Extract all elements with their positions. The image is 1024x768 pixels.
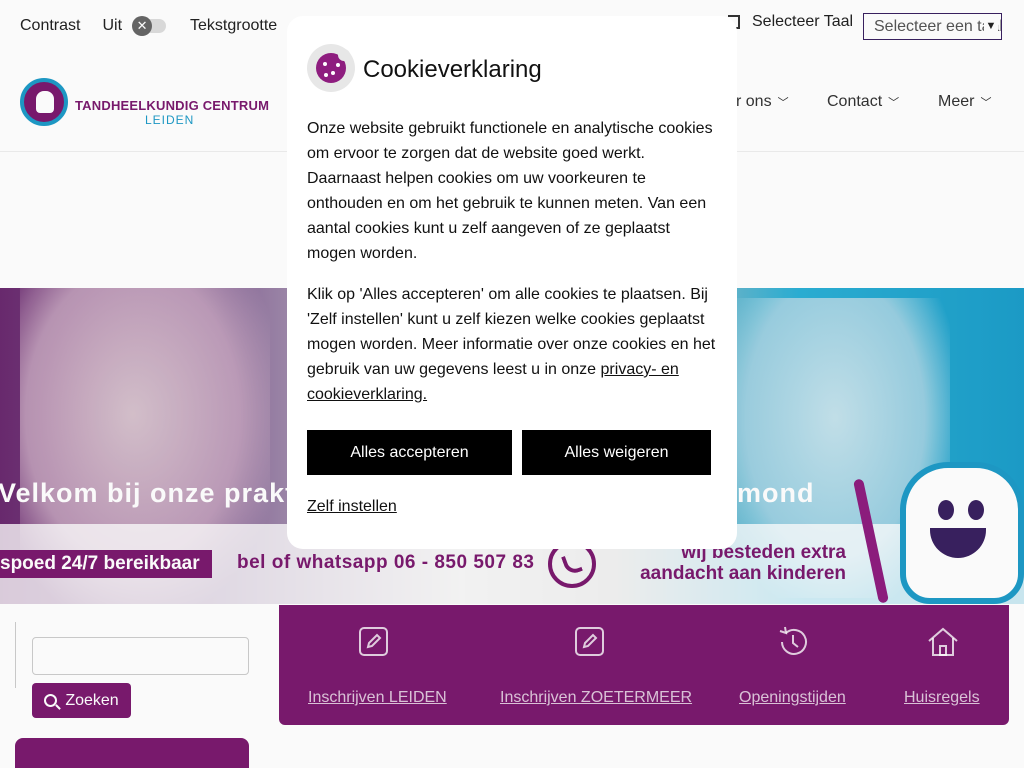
- cookie-crumb: [323, 62, 327, 66]
- cookie-dialog-title: Cookieverklaring: [363, 56, 542, 83]
- cookie-crumb: [324, 73, 328, 77]
- reject-all-button[interactable]: Alles weigeren: [522, 430, 711, 475]
- accept-all-button[interactable]: Alles accepteren: [307, 430, 512, 475]
- cookie-paragraph-2: Klik op 'Alles accepteren' om alle cooki…: [307, 282, 723, 407]
- cookie-dialog: Cookieverklaring Onze website gebruikt f…: [287, 16, 737, 549]
- cookie-crumb: [331, 71, 335, 75]
- cookie-settings-link[interactable]: Zelf instellen: [307, 498, 397, 516]
- cookie-crumb: [336, 63, 340, 67]
- cookie-paragraph-1: Onze website gebruikt functionele en ana…: [307, 120, 713, 262]
- cookie-icon: [316, 49, 350, 83]
- cookie-badge: [307, 44, 355, 92]
- cookie-bite: [338, 49, 350, 61]
